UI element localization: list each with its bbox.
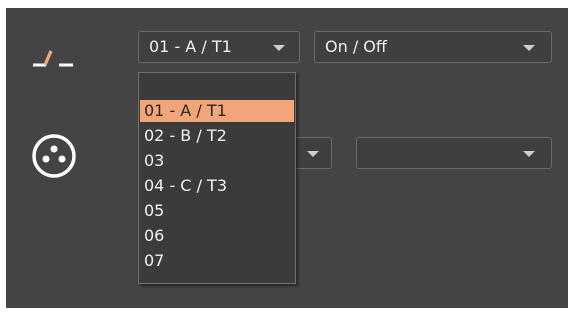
mode-select-value: On / Off [325,37,387,56]
chevron-down-icon [523,45,535,51]
row2-select-b[interactable] [356,137,552,169]
mode-select[interactable]: On / Off [314,31,552,63]
channel-select[interactable]: 01 - A / T1 [138,31,300,63]
chevron-down-icon [523,151,535,157]
dropdown-option[interactable]: 02 - B / T2 [140,125,294,147]
dropdown-option[interactable]: 03 [140,150,294,172]
xlr-connector-icon [32,134,76,178]
dropdown-option[interactable]: 04 - C / T3 [140,175,294,197]
chevron-down-icon [273,45,285,51]
dropdown-option[interactable] [140,77,294,99]
chevron-down-icon [307,151,319,157]
channel-select-value: 01 - A / T1 [149,37,232,56]
switch-icon [33,50,73,67]
dropdown-option[interactable]: 07 [140,250,294,272]
dropdown-option[interactable]: 05 [140,200,294,222]
dropdown-option[interactable]: 06 [140,225,294,247]
dropdown-option[interactable]: 01 - A / T1 [140,100,294,122]
channel-dropdown-list: 01 - A / T1 02 - B / T2 03 04 - C / T3 0… [138,72,296,284]
